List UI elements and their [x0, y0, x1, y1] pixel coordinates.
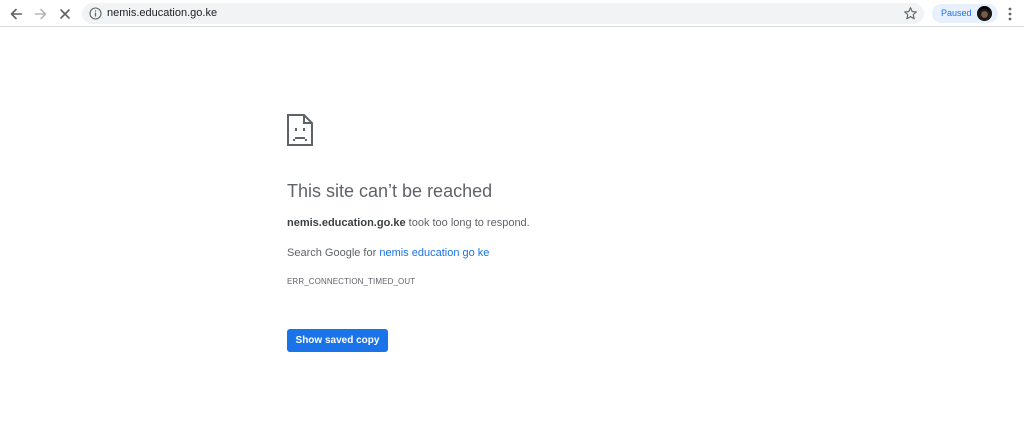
- error-host: nemis.education.go.ke: [287, 217, 406, 229]
- search-suggestion: Search Google for nemis education go ke: [287, 247, 489, 259]
- url-text[interactable]: nemis.education.go.ke: [107, 3, 217, 24]
- error-description: nemis.education.go.ke took too long to r…: [287, 217, 530, 229]
- star-icon[interactable]: [903, 6, 918, 21]
- info-icon[interactable]: [89, 7, 102, 20]
- search-suggestion-prefix: Search Google for: [287, 247, 380, 259]
- search-google-link[interactable]: nemis education go ke: [379, 247, 489, 259]
- profile-status-label: Paused: [941, 8, 972, 18]
- avatar: [977, 6, 992, 21]
- browser-menu-button[interactable]: [1000, 3, 1020, 24]
- back-button[interactable]: [5, 3, 27, 25]
- page-title: This site can’t be reached: [287, 181, 493, 201]
- close-icon: [60, 9, 70, 19]
- sad-document-icon: [287, 114, 313, 146]
- profile-paused-chip[interactable]: Paused: [932, 4, 998, 23]
- arrow-back-icon: [10, 8, 23, 20]
- error-description-suffix: took too long to respond.: [405, 217, 530, 229]
- show-saved-copy-button[interactable]: Show saved copy: [287, 329, 388, 352]
- stop-loading-button[interactable]: [54, 3, 76, 25]
- forward-button[interactable]: [30, 3, 52, 25]
- browser-toolbar: nemis.education.go.ke Paused: [0, 0, 1024, 27]
- error-code: ERR_CONNECTION_TIMED_OUT: [287, 277, 416, 286]
- arrow-forward-icon: [34, 8, 47, 20]
- address-bar[interactable]: nemis.education.go.ke: [82, 3, 924, 24]
- vertical-dots-icon: [1008, 7, 1012, 20]
